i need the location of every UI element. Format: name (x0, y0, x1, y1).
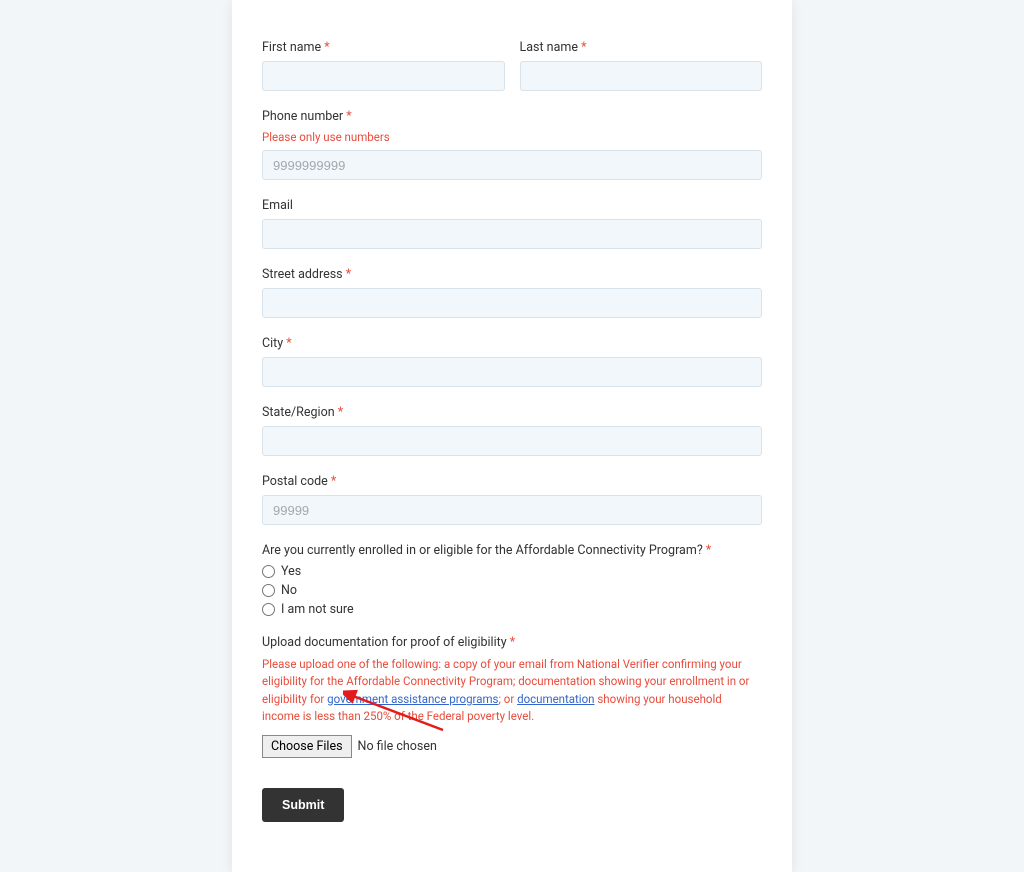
acp-radio-yes[interactable] (262, 565, 275, 578)
street-label: Street address * (262, 267, 762, 282)
form-container: First name * Last name * Phone number * … (232, 0, 792, 872)
phone-label: Phone number * (262, 109, 762, 124)
first-name-label: First name * (262, 40, 505, 55)
acp-question-label: Are you currently enrolled in or eligibl… (262, 543, 762, 558)
acp-radio-no[interactable] (262, 584, 275, 597)
documentation-link[interactable]: documentation (517, 692, 594, 706)
street-input[interactable] (262, 288, 762, 318)
last-name-label: Last name * (520, 40, 763, 55)
acp-label-no: No (281, 583, 297, 598)
email-label: Email (262, 198, 762, 213)
state-input[interactable] (262, 426, 762, 456)
choose-files-button[interactable]: Choose Files (262, 735, 352, 758)
file-status-text: No file chosen (358, 739, 437, 754)
acp-label-yes: Yes (281, 564, 301, 579)
upload-label: Upload documentation for proof of eligib… (262, 635, 762, 650)
phone-input[interactable] (262, 150, 762, 180)
acp-label-unsure: I am not sure (281, 602, 354, 617)
first-name-input[interactable] (262, 61, 505, 91)
email-input[interactable] (262, 219, 762, 249)
city-label: City * (262, 336, 762, 351)
phone-hint: Please only use numbers (262, 130, 762, 144)
postal-label: Postal code * (262, 474, 762, 489)
last-name-input[interactable] (520, 61, 763, 91)
acp-radio-unsure[interactable] (262, 603, 275, 616)
gov-assistance-link[interactable]: government assistance programs (327, 692, 498, 706)
state-label: State/Region * (262, 405, 762, 420)
upload-description: Please upload one of the following: a co… (262, 656, 762, 725)
submit-button[interactable]: Submit (262, 788, 344, 822)
city-input[interactable] (262, 357, 762, 387)
postal-input[interactable] (262, 495, 762, 525)
